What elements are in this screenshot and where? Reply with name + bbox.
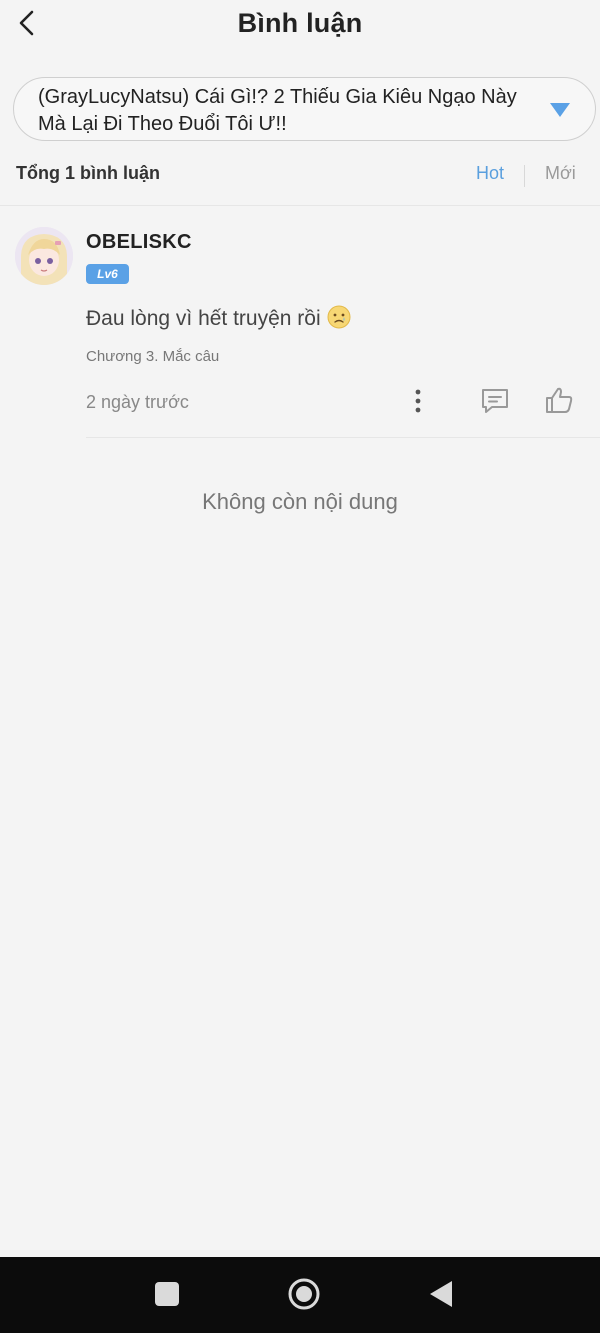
top-bar: Bình luận bbox=[0, 0, 600, 50]
comment-count-row: Tổng 1 bình luận Hot Mới bbox=[0, 160, 600, 190]
sort-divider bbox=[524, 165, 525, 187]
sort-new-tab[interactable]: Mới bbox=[545, 163, 576, 184]
story-title: (GrayLucyNatsu) Cái Gì!? 2 Thiếu Gia Kiê… bbox=[38, 86, 517, 135]
comment-chapter: Chương 3. Mắc câu bbox=[86, 348, 220, 365]
triangle-down-icon bbox=[550, 103, 570, 117]
comment-divider bbox=[86, 437, 600, 438]
more-options-button[interactable] bbox=[405, 386, 431, 416]
comment-text: Đau lòng vì hết truyện rồi bbox=[86, 307, 321, 330]
nav-back-button[interactable] bbox=[428, 1279, 454, 1309]
comment-count: Tổng 1 bình luận bbox=[16, 163, 160, 183]
recent-apps-button[interactable] bbox=[155, 1282, 179, 1306]
comment-username[interactable]: OBELISKC bbox=[86, 231, 192, 254]
comment-body: Đau lòng vì hết truyện rồi bbox=[86, 305, 351, 331]
story-selector-dropdown[interactable]: (GrayLucyNatsu) Cái Gì!? 2 Thiếu Gia Kiê… bbox=[13, 77, 596, 141]
comment-icon[interactable] bbox=[479, 386, 511, 416]
page-title: Bình luận bbox=[237, 8, 363, 38]
system-nav-bar bbox=[0, 1257, 600, 1333]
sort-hot-tab[interactable]: Hot bbox=[476, 163, 504, 184]
thumbs-up-icon[interactable] bbox=[543, 384, 575, 416]
home-button[interactable] bbox=[286, 1276, 322, 1312]
sad-face-icon bbox=[327, 305, 351, 329]
avatar[interactable] bbox=[15, 227, 73, 285]
avatar-image bbox=[15, 227, 73, 285]
comment-item: OBELISKC Lv6 Đau lòng vì hết truyện rồi … bbox=[0, 206, 600, 441]
comments-screen: Bình luận (GrayLucyNatsu) Cái Gì!? 2 Thi… bbox=[0, 0, 600, 1333]
more-vertical-icon bbox=[415, 389, 421, 413]
comment-timestamp: 2 ngày trước bbox=[86, 392, 189, 412]
empty-state-text: Không còn nội dung bbox=[202, 489, 398, 514]
level-badge: Lv6 bbox=[86, 264, 129, 284]
